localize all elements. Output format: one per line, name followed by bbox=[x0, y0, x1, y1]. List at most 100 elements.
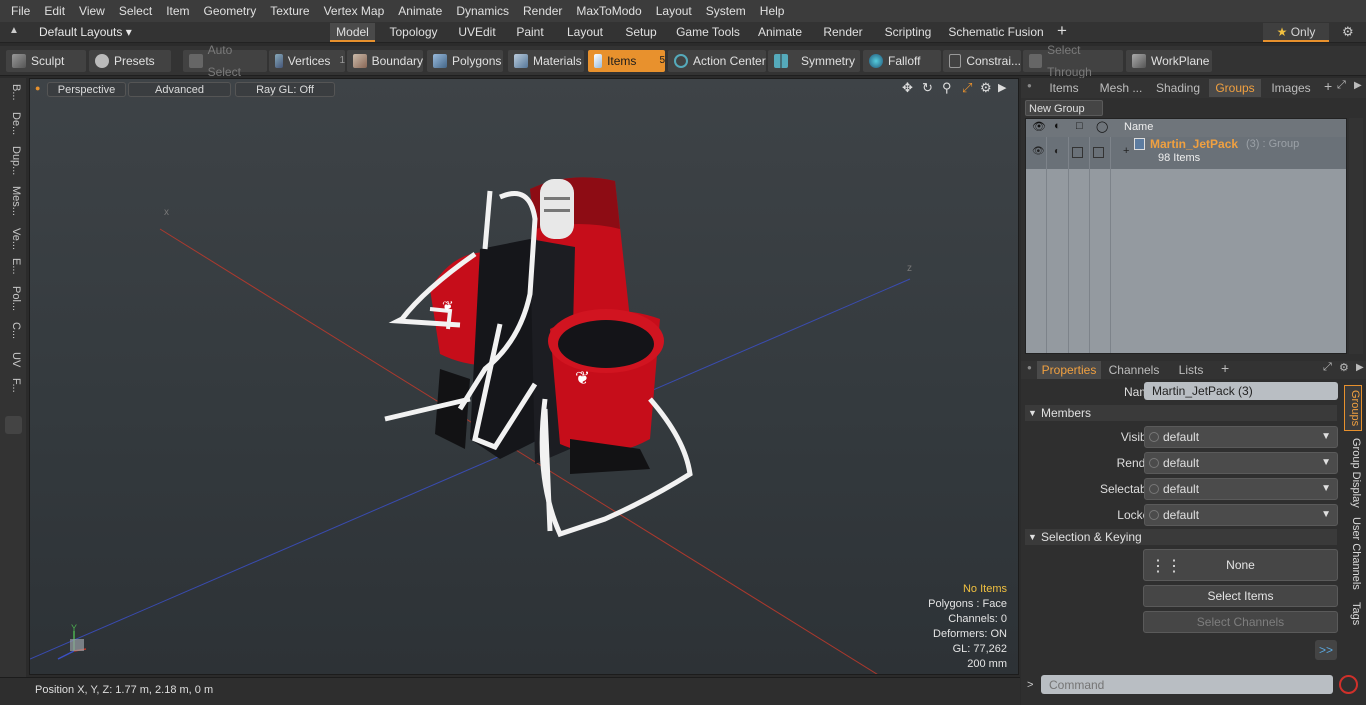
locked-dropdown[interactable]: default ▼ bbox=[1144, 504, 1338, 526]
left-tab-vertex[interactable]: Ve... bbox=[4, 228, 22, 250]
tab-model[interactable]: Model bbox=[330, 23, 375, 42]
rotate-view-icon[interactable]: ↻ bbox=[922, 80, 933, 96]
menu-help[interactable]: Help bbox=[753, 0, 792, 22]
select-through-button[interactable]: Select Through bbox=[1023, 43, 1123, 79]
side-tab-tags[interactable]: Tags bbox=[1344, 599, 1362, 629]
3d-viewport[interactable]: x z ❦ ❦ Y ● Perspective Advanced Ray GL:… bbox=[29, 78, 1019, 675]
left-tab-duplicate[interactable]: Dup... bbox=[4, 146, 22, 175]
raygl-toggle[interactable]: Ray GL: Off bbox=[235, 82, 335, 97]
new-group-button[interactable]: New Group bbox=[1025, 100, 1103, 116]
menu-maxtomodo[interactable]: MaxToModo bbox=[569, 0, 648, 22]
menu-select[interactable]: Select bbox=[112, 0, 159, 22]
left-tab-basic[interactable]: B... bbox=[4, 84, 22, 101]
items-button[interactable]: Items 5 bbox=[588, 50, 665, 72]
sculpt-button[interactable]: Sculpt bbox=[6, 50, 86, 72]
group-list[interactable]: 👁 ◐ □ ◯ Name 👁 ◐ + Martin_JetPack (3) : … bbox=[1025, 118, 1347, 354]
tab-setup[interactable]: Setup bbox=[620, 23, 662, 42]
select-cube-icon[interactable]: □ bbox=[1076, 120, 1083, 132]
viewport-menu-dot-icon[interactable]: ● bbox=[35, 83, 40, 93]
tab-groups[interactable]: Groups bbox=[1209, 79, 1261, 97]
tab-images[interactable]: Images bbox=[1267, 79, 1315, 97]
panel-arrow-icon[interactable]: ▶ bbox=[1354, 80, 1362, 91]
advanced-dropdown[interactable]: Advanced bbox=[128, 82, 231, 97]
group-row-martin-jetpack[interactable]: 👁 ◐ + Martin_JetPack (3) : Group 98 Item… bbox=[1026, 137, 1346, 169]
select-items-button[interactable]: Select Items bbox=[1143, 585, 1338, 607]
visibility-eye-icon[interactable]: 👁 bbox=[1032, 120, 1046, 133]
tab-properties[interactable]: Properties bbox=[1037, 361, 1101, 379]
add-props-tab-icon[interactable]: + bbox=[1221, 360, 1229, 376]
render-dropdown[interactable]: default ▼ bbox=[1144, 452, 1338, 474]
left-tab-mesh-edit[interactable]: Mes... bbox=[4, 186, 22, 216]
falloff-button[interactable]: Falloff bbox=[863, 50, 941, 72]
lock-icon[interactable]: ◯ bbox=[1096, 120, 1108, 133]
side-tab-group-display[interactable]: Group Display bbox=[1344, 437, 1362, 509]
add-tab-icon[interactable]: + bbox=[1057, 21, 1067, 41]
tab-schematic-fusion[interactable]: Schematic Fusion bbox=[948, 23, 1044, 42]
more-button[interactable]: >> bbox=[1315, 640, 1337, 660]
constraints-button[interactable]: Constrai... bbox=[943, 50, 1021, 72]
menu-dynamics[interactable]: Dynamics bbox=[449, 0, 516, 22]
polygons-button[interactable]: Polygons bbox=[427, 50, 503, 72]
move-view-icon[interactable]: ✥ bbox=[902, 80, 913, 96]
tab-channels[interactable]: Channels bbox=[1105, 361, 1163, 379]
select-channels-button[interactable]: Select Channels bbox=[1143, 611, 1338, 633]
props-maximize-icon[interactable]: ⤢ bbox=[1323, 361, 1332, 374]
members-section-header[interactable]: ▼ Members bbox=[1025, 405, 1337, 421]
only-toggle[interactable]: ★ Only bbox=[1263, 23, 1329, 42]
menu-file[interactable]: File bbox=[4, 0, 37, 22]
row-lock-checkbox[interactable] bbox=[1093, 147, 1104, 158]
action-center-button[interactable]: Action Center bbox=[668, 50, 766, 72]
left-tab-edge[interactable]: E... bbox=[4, 258, 22, 275]
render-icon[interactable]: ◐ bbox=[1054, 120, 1061, 132]
none-button[interactable]: ⋮⋮ None bbox=[1143, 549, 1338, 581]
layout-expand-icon[interactable]: ▲ bbox=[9, 25, 19, 36]
tab-animate[interactable]: Animate bbox=[754, 23, 806, 42]
menu-system[interactable]: System bbox=[699, 0, 753, 22]
menu-animate[interactable]: Animate bbox=[391, 0, 449, 22]
name-field[interactable]: Martin_JetPack (3) bbox=[1144, 382, 1338, 400]
menu-view[interactable]: View bbox=[72, 0, 112, 22]
tab-lists[interactable]: Lists bbox=[1169, 361, 1213, 379]
tab-items[interactable]: Items bbox=[1041, 79, 1087, 97]
materials-button[interactable]: Materials bbox=[508, 50, 584, 72]
menu-geometry[interactable]: Geometry bbox=[197, 0, 264, 22]
row-render-icon[interactable]: ◐ bbox=[1054, 146, 1060, 157]
left-tab-curve[interactable]: C... bbox=[4, 322, 22, 339]
group-list-scrollbar[interactable] bbox=[1349, 118, 1363, 354]
symmetry-button[interactable]: Symmetry bbox=[768, 50, 860, 72]
record-macro-icon[interactable] bbox=[1339, 675, 1358, 694]
tab-game-tools[interactable]: Game Tools bbox=[674, 23, 742, 42]
presets-button[interactable]: Presets bbox=[89, 50, 171, 72]
props-gear-icon[interactable]: ⚙ bbox=[1339, 361, 1349, 374]
selectable-dropdown[interactable]: default ▼ bbox=[1144, 478, 1338, 500]
selection-keying-section-header[interactable]: ▼ Selection & Keying bbox=[1025, 529, 1337, 545]
tab-mesh[interactable]: Mesh ... bbox=[1093, 79, 1149, 97]
left-tab-deform[interactable]: De... bbox=[4, 112, 22, 135]
menu-edit[interactable]: Edit bbox=[37, 0, 72, 22]
left-tab-polygon[interactable]: Pol... bbox=[4, 286, 22, 311]
tab-paint[interactable]: Paint bbox=[510, 23, 550, 42]
tab-uvedit[interactable]: UVEdit bbox=[452, 23, 502, 42]
workplane-button[interactable]: WorkPlane bbox=[1126, 50, 1212, 72]
panel-maximize-icon[interactable]: ⤢ bbox=[1337, 79, 1346, 92]
menu-vertex-map[interactable]: Vertex Map bbox=[317, 0, 392, 22]
fit-view-icon[interactable]: ⤢ bbox=[962, 80, 972, 96]
add-panel-tab-icon[interactable]: + bbox=[1324, 78, 1332, 94]
panel-menu-dot-icon[interactable]: ● bbox=[1027, 81, 1032, 90]
tab-shading[interactable]: Shading bbox=[1153, 79, 1203, 97]
tab-render[interactable]: Render bbox=[818, 23, 868, 42]
tab-topology[interactable]: Topology bbox=[386, 23, 441, 42]
gear-icon[interactable]: ⚙ bbox=[1342, 24, 1354, 40]
zoom-view-icon[interactable]: ⚲ bbox=[942, 80, 952, 96]
viewport-settings-icon[interactable]: ⚙ bbox=[980, 80, 992, 96]
tab-layout[interactable]: Layout bbox=[562, 23, 608, 42]
row-eye-icon[interactable]: 👁 bbox=[1032, 146, 1045, 157]
layout-selector[interactable]: Default Layouts ▾ bbox=[39, 25, 132, 39]
command-input[interactable] bbox=[1041, 675, 1333, 694]
menu-item[interactable]: Item bbox=[159, 0, 196, 22]
left-tab-fusion[interactable]: F... bbox=[4, 378, 22, 393]
viewport-expand-arrow-icon[interactable]: ▶ bbox=[998, 81, 1006, 94]
visible-dropdown[interactable]: default ▼ bbox=[1144, 426, 1338, 448]
side-tab-user-channels[interactable]: User Channels bbox=[1344, 513, 1362, 593]
props-menu-dot-icon[interactable]: ● bbox=[1027, 363, 1032, 372]
